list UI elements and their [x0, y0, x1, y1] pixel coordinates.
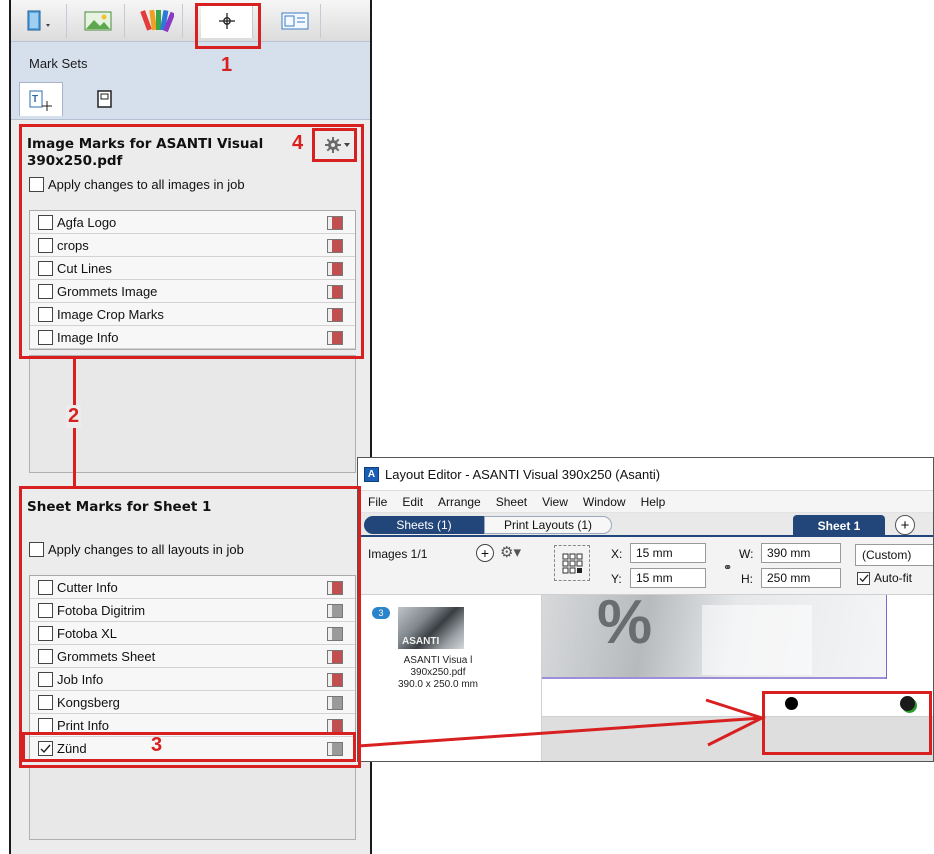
- autofit-checkbox[interactable]: [857, 571, 870, 585]
- color-button[interactable]: [131, 4, 183, 38]
- book-button[interactable]: [15, 4, 67, 38]
- menu-arrange[interactable]: Arrange: [438, 495, 481, 509]
- image-thumbnail-card[interactable]: 3 ASANTI ASANTI Visua l 390x250.pdf 390.…: [358, 595, 542, 761]
- images-count-label: Images 1/1: [368, 547, 428, 561]
- add-sheet-button[interactable]: +: [895, 515, 915, 535]
- menu-window[interactable]: Window: [583, 495, 626, 509]
- sheet-marks-well: [29, 766, 356, 840]
- image-file-name: ASANTI Visua l 390x250.pdf 390.0 x 250.0…: [378, 655, 498, 691]
- y-field[interactable]: 15 mm: [630, 568, 706, 588]
- image-file-label: ASANTI Visua l 390x250.pdf: [403, 655, 473, 678]
- image-button[interactable]: [73, 4, 125, 38]
- editor-tab-bar: Sheets (1) Print Layouts (1) Sheet 1 +: [358, 513, 933, 537]
- tab-print-layouts[interactable]: Print Layouts (1): [484, 516, 612, 534]
- h-label: H:: [741, 572, 753, 586]
- annotation-box-3: [22, 732, 356, 762]
- svg-text:T: T: [32, 94, 38, 105]
- menu-bar: File Edit Arrange Sheet View Window Help: [358, 491, 933, 513]
- thumbnail-overlay-text: ASANTI: [402, 636, 440, 647]
- image-count-badge: 3: [372, 607, 390, 619]
- annotation-number-2: 2: [66, 405, 82, 428]
- annotation-box-canvas-marks: [762, 691, 932, 755]
- annotation-box-4: [312, 128, 357, 162]
- plus-icon: +: [480, 545, 490, 561]
- autofit-label: Auto-fit: [874, 571, 913, 585]
- menu-view[interactable]: View: [542, 495, 568, 509]
- menu-edit[interactable]: Edit: [402, 495, 423, 509]
- gear-icon: ⚙▾: [500, 544, 521, 561]
- text-mark-icon: T: [29, 90, 52, 111]
- color-swatch-icon: [139, 9, 174, 33]
- tab-sheets[interactable]: Sheets (1): [364, 516, 484, 534]
- app-icon: A: [364, 466, 379, 482]
- image-frame: [542, 595, 887, 679]
- anchor-point-selector[interactable]: [554, 545, 590, 581]
- layout-button[interactable]: [269, 4, 321, 38]
- menu-file[interactable]: File: [368, 495, 387, 509]
- annotation-box-sheet-marks: [19, 486, 361, 768]
- size-preset-select[interactable]: (Custom): [855, 544, 933, 566]
- book-icon: [27, 10, 50, 31]
- checkmark-icon: [858, 574, 869, 583]
- x-field[interactable]: 15 mm: [630, 543, 706, 563]
- image-thumbnail: ASANTI: [398, 607, 464, 649]
- annotation-number-3: 3: [151, 734, 163, 756]
- image-icon: [84, 11, 111, 31]
- y-label: Y:: [611, 572, 622, 586]
- w-label: W:: [739, 547, 754, 561]
- mark-sets-label: Mark Sets: [29, 56, 88, 71]
- images-gear-button[interactable]: ⚙▾: [500, 543, 521, 561]
- layout-icon: [281, 12, 308, 30]
- page-icon: [97, 90, 112, 108]
- menu-sheet[interactable]: Sheet: [496, 495, 527, 509]
- window-title: Layout Editor - ASANTI Visual 390x250 (A…: [385, 466, 661, 482]
- top-toolbar: [11, 0, 370, 42]
- image-dimensions: 390.0 x 250.0 mm: [397, 679, 479, 690]
- add-image-button[interactable]: +: [476, 544, 494, 562]
- tab-sheet-1[interactable]: Sheet 1: [793, 515, 885, 537]
- tab-text-marks[interactable]: T: [19, 82, 63, 116]
- x-label: X:: [611, 547, 623, 561]
- annotation-box-1: [195, 3, 261, 49]
- tab-page-marks[interactable]: [83, 82, 127, 116]
- annotation-number-1: 1: [221, 54, 233, 76]
- menu-help[interactable]: Help: [641, 495, 666, 509]
- height-field[interactable]: 250 mm: [761, 568, 841, 588]
- annotation-number-4: 4: [292, 132, 304, 154]
- link-dimensions-icon[interactable]: ⚭: [723, 561, 732, 574]
- anchor-grid-icon: [562, 553, 583, 574]
- mark-sets-header: Mark Sets T: [11, 42, 370, 120]
- window-titlebar: A Layout Editor - ASANTI Visual 390x250 …: [358, 458, 933, 491]
- autofit-row[interactable]: Auto-fit: [857, 571, 912, 585]
- width-field[interactable]: 390 mm: [761, 543, 841, 563]
